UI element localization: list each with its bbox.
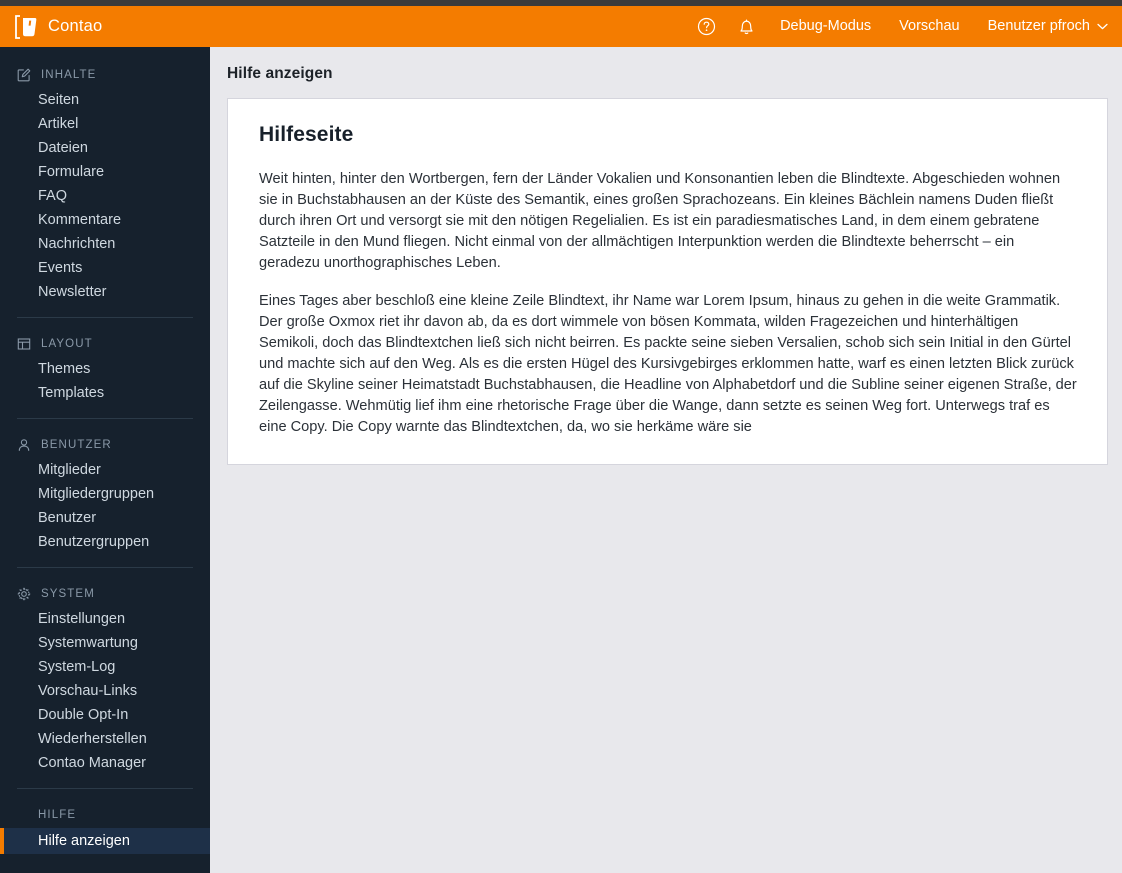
main-content: Hilfe anzeigen Hilfeseite Weit hinten, h… [210,47,1122,873]
page-title: Hilfe anzeigen [227,65,333,82]
sidebar-item-double-opt-in[interactable]: Double Opt-In [0,703,210,727]
sidebar-group-header-hilfe: HILFE [0,801,210,828]
sidebar-item-artikel[interactable]: Artikel [0,112,210,136]
sidebar-group-hilfe: HILFE Hilfe anzeigen [0,801,210,854]
gear-icon [17,586,32,601]
card-heading: Hilfeseite [259,123,354,146]
sidebar-item-mitglieder[interactable]: Mitglieder [0,458,210,482]
sidebar-item-hilfe-anzeigen[interactable]: Hilfe anzeigen [0,828,210,854]
top-header: Contao Debug-Modus Vorschau Benutzer pfr… [0,6,1122,47]
sidebar-item-dateien[interactable]: Dateien [0,136,210,160]
person-icon [17,437,32,452]
sidebar-divider [17,567,193,568]
sidebar-item-wiederherstellen[interactable]: Wiederherstellen [0,727,210,751]
sidebar-divider [17,418,193,419]
sidebar-group-label: BENUTZER [41,438,112,451]
sidebar-group-layout: LAYOUT Themes Templates [0,330,210,405]
sidebar-group-header-benutzer: BENUTZER [0,431,210,458]
sidebar-item-seiten[interactable]: Seiten [0,88,210,112]
sidebar-group-label: HILFE [38,808,77,821]
sidebar-group-header-inhalte: INHALTE [0,61,210,88]
sidebar-item-themes[interactable]: Themes [0,357,210,381]
sidebar-group-label: LAYOUT [41,337,93,350]
sidebar-item-mitgliedergruppen[interactable]: Mitgliedergruppen [0,482,210,506]
sidebar-item-einstellungen[interactable]: Einstellungen [0,607,210,631]
sidebar-item-formulare[interactable]: Formulare [0,160,210,184]
sidebar-divider [17,788,193,789]
sidebar-item-nachrichten[interactable]: Nachrichten [0,232,210,256]
brand-title: Contao [48,17,103,35]
sidebar-item-vorschau-links[interactable]: Vorschau-Links [0,679,210,703]
sidebar-item-benutzergruppen[interactable]: Benutzergruppen [0,530,210,554]
chevron-down-icon [1097,6,1108,47]
layout-grid-icon [17,336,32,351]
sidebar-item-templates[interactable]: Templates [0,381,210,405]
sidebar-group-benutzer: BENUTZER Mitglieder Mitgliedergruppen Be… [0,431,210,554]
sidebar-item-system-log[interactable]: System-Log [0,655,210,679]
debug-mode-link[interactable]: Debug-Modus [766,6,885,47]
contao-logo-icon [13,14,39,39]
sidebar-group-header-layout: LAYOUT [0,330,210,357]
user-menu-label: Benutzer pfroch [987,18,1090,34]
sidebar-item-benutzer[interactable]: Benutzer [0,506,210,530]
user-menu-button[interactable]: Benutzer pfroch [974,6,1108,47]
sidebar-group-header-system: SYSTEM [0,580,210,607]
sidebar-navigation: INHALTE Seiten Artikel Dateien Formulare… [0,47,210,873]
help-paragraph: Weit hinten, hinter den Wortbergen, fern… [259,171,1061,271]
help-card: Hilfeseite Weit hinten, hinter den Wortb… [227,98,1108,465]
brand[interactable]: Contao [0,14,210,39]
sidebar-group-label: SYSTEM [41,587,95,600]
preview-link[interactable]: Vorschau [885,6,973,47]
sidebar-item-systemwartung[interactable]: Systemwartung [0,631,210,655]
sidebar-item-faq[interactable]: FAQ [0,184,210,208]
sidebar-group-inhalte: INHALTE Seiten Artikel Dateien Formulare… [0,61,210,304]
header-actions: Debug-Modus Vorschau Benutzer pfroch [686,6,1122,47]
sidebar-divider [17,317,193,318]
sidebar-item-contao-manager[interactable]: Contao Manager [0,751,210,775]
sidebar-item-newsletter[interactable]: Newsletter [0,280,210,304]
bell-icon[interactable] [726,6,766,47]
contao-backend: Contao Debug-Modus Vorschau Benutzer pfr… [0,0,1122,873]
sidebar-group-label: INHALTE [41,68,97,81]
edit-square-icon [17,67,32,82]
sidebar-item-events[interactable]: Events [0,256,210,280]
question-circle-icon[interactable] [686,6,726,47]
help-paragraph: Eines Tages aber beschloß eine kleine Ze… [259,293,1077,435]
sidebar-group-system: SYSTEM Einstellungen Systemwartung Syste… [0,580,210,775]
sidebar-item-kommentare[interactable]: Kommentare [0,208,210,232]
